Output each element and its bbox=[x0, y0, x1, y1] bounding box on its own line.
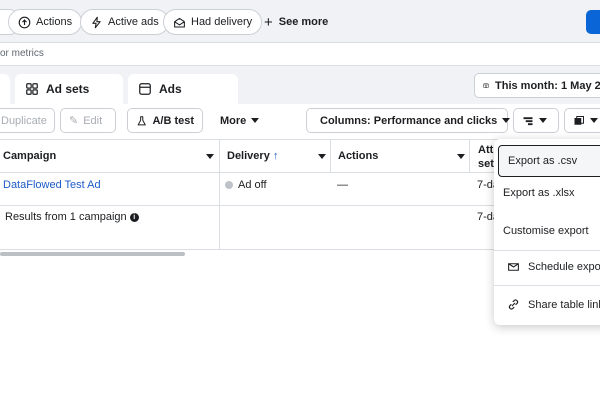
chevron-down-icon bbox=[251, 118, 260, 123]
grid-icon bbox=[26, 83, 38, 95]
menu-separator bbox=[494, 250, 600, 251]
actions-header-label: Actions bbox=[338, 150, 379, 162]
envelope-open-icon bbox=[174, 17, 185, 27]
active-ads-filter-label: Active ads bbox=[108, 16, 159, 28]
status-dot-icon bbox=[225, 181, 233, 190]
delivery-column-header[interactable]: Delivery ↑ bbox=[227, 150, 278, 162]
campaign-name-link[interactable]: DataFlowed Test Ad bbox=[3, 179, 101, 191]
had-delivery-filter-label: Had delivery bbox=[191, 16, 253, 28]
delivery-status-label: Ad off bbox=[238, 179, 267, 191]
duplicate-button[interactable]: Duplicate bbox=[0, 108, 55, 133]
info-icon[interactable]: i bbox=[129, 212, 139, 222]
breakdown-icon bbox=[523, 116, 533, 125]
tab-ads[interactable]: Ads bbox=[128, 74, 238, 104]
create-button[interactable] bbox=[586, 10, 600, 34]
delivery-sort-chevron-icon[interactable] bbox=[318, 154, 326, 159]
campaign-sort-chevron-icon[interactable] bbox=[206, 154, 214, 159]
actions-column-header[interactable]: Actions bbox=[338, 150, 378, 162]
actions-filter-label: Actions bbox=[36, 16, 73, 28]
date-range-label: This month: 1 May 202 bbox=[495, 79, 600, 92]
export-csv-label: Export as .csv bbox=[508, 155, 578, 167]
schedule-mail-icon bbox=[508, 263, 519, 271]
share-table-link-label: Share table link bbox=[528, 298, 600, 311]
results-summary: Results from 1 campaign i bbox=[5, 211, 139, 223]
share-table-link-item[interactable]: Share table link bbox=[494, 298, 600, 311]
tab-campaigns-partial[interactable] bbox=[0, 74, 10, 104]
see-more-label: See more bbox=[278, 16, 329, 28]
date-range-picker[interactable]: This month: 1 May 202 bbox=[474, 73, 600, 98]
reports-button[interactable] bbox=[564, 108, 600, 133]
actions-sort-chevron-icon[interactable] bbox=[457, 154, 465, 159]
lightning-icon bbox=[92, 16, 101, 28]
campaign-column-header[interactable]: Campaign bbox=[3, 150, 56, 162]
chevron-down-icon bbox=[539, 118, 547, 123]
delivery-status: Ad off bbox=[225, 179, 267, 191]
link-icon bbox=[508, 299, 519, 310]
tab-ad-sets-label: Ad sets bbox=[46, 82, 90, 96]
edit-label: Edit bbox=[83, 114, 103, 127]
menu-separator bbox=[494, 285, 600, 286]
plus-icon: + bbox=[264, 13, 273, 31]
sort-ascending-icon: ↑ bbox=[272, 150, 279, 162]
search-metrics-placeholder: or metrics bbox=[0, 48, 44, 59]
see-more-button[interactable]: + See more bbox=[264, 9, 328, 35]
breakdown-button[interactable] bbox=[513, 108, 559, 133]
export-menu: Export as .csv Export as .xlsx Customise… bbox=[494, 139, 600, 325]
columns-button[interactable]: Columns: Performance and clicks bbox=[306, 108, 511, 133]
more-button[interactable]: More bbox=[211, 108, 269, 133]
export-xlsx-label: Export as .xlsx bbox=[503, 187, 575, 199]
delivery-header-label: Delivery bbox=[227, 150, 270, 162]
schedule-export-label: Schedule export bbox=[528, 261, 600, 273]
tab-ads-label: Ads bbox=[159, 82, 182, 96]
campaign-header-label: Campaign bbox=[3, 150, 57, 162]
search-metrics-row[interactable]: or metrics bbox=[0, 43, 600, 66]
column-divider bbox=[330, 139, 331, 172]
ab-test-label: A/B test bbox=[152, 114, 194, 127]
actions-cell: — bbox=[337, 179, 348, 191]
reports-icon bbox=[574, 115, 584, 125]
active-ads-filter-chip[interactable]: Active ads bbox=[80, 9, 169, 35]
chevron-down-icon bbox=[502, 118, 511, 123]
duplicate-label: Duplicate bbox=[1, 114, 47, 127]
calendar-icon bbox=[483, 83, 489, 89]
pencil-icon: ✎ bbox=[69, 115, 79, 127]
arrow-up-circle-icon bbox=[18, 16, 31, 28]
columns-label: Columns: Performance and clicks bbox=[320, 114, 498, 127]
edit-button[interactable]: ✎ Edit bbox=[60, 108, 116, 133]
more-label: More bbox=[220, 114, 247, 127]
customise-export-label: Customise export bbox=[503, 225, 589, 237]
schedule-export-item[interactable]: Schedule export bbox=[494, 261, 600, 273]
actions-filter-chip[interactable]: Actions bbox=[8, 9, 83, 35]
export-csv-item[interactable]: Export as .csv bbox=[498, 145, 600, 177]
chevron-down-icon bbox=[590, 118, 598, 123]
export-xlsx-item[interactable]: Export as .xlsx bbox=[494, 187, 600, 199]
flask-icon bbox=[137, 115, 146, 125]
column-divider bbox=[219, 139, 220, 249]
results-summary-label: Results from 1 campaign bbox=[5, 211, 127, 223]
ab-test-button[interactable]: A/B test bbox=[127, 108, 203, 133]
column-divider bbox=[469, 139, 470, 172]
tab-ad-sets[interactable]: Ad sets bbox=[15, 74, 123, 104]
ad-icon bbox=[139, 83, 151, 95]
horizontal-scrollbar[interactable] bbox=[0, 252, 185, 256]
had-delivery-filter-chip[interactable]: Had delivery bbox=[163, 9, 263, 35]
customise-export-item[interactable]: Customise export bbox=[494, 225, 600, 237]
